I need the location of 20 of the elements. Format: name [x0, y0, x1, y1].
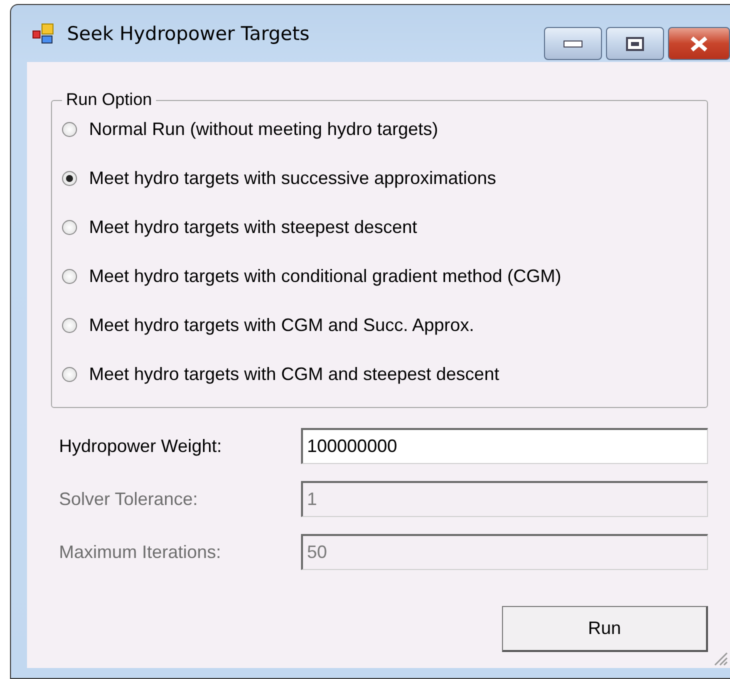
maximize-icon [626, 36, 644, 50]
close-icon [689, 36, 709, 52]
radio-option[interactable]: Meet hydro targets with CGM and steepest descent [62, 359, 707, 389]
window-title: Seek Hydropower Targets [67, 22, 311, 44]
minimize-icon [563, 40, 583, 48]
radio-option[interactable]: Meet hydro targets with successive approximations [62, 163, 707, 193]
minimize-button[interactable] [544, 27, 602, 60]
radio-option[interactable]: Meet hydro targets with conditional gradient method (CGM) [62, 261, 707, 291]
maximize-button[interactable] [606, 27, 664, 60]
input-field[interactable]: 100000000 [301, 428, 708, 464]
field-label: Hydropower Weight: [59, 436, 223, 456]
field-label: Solver Tolerance: [59, 488, 199, 510]
close-button[interactable] [668, 27, 730, 60]
run-button[interactable]: Run [502, 606, 708, 652]
resize-grip-icon[interactable] [712, 650, 728, 666]
field-label: Maximum Iterations: [59, 542, 222, 562]
radio-option[interactable]: Meet hydro targets with CGM and Succ. Approx. [62, 310, 707, 340]
group-title: Run Option [65, 90, 153, 110]
radio-option[interactable]: Meet hydro targets with steepest descent [62, 212, 707, 242]
radio-option[interactable]: Normal Run (without meeting hydro targets) [62, 114, 707, 144]
